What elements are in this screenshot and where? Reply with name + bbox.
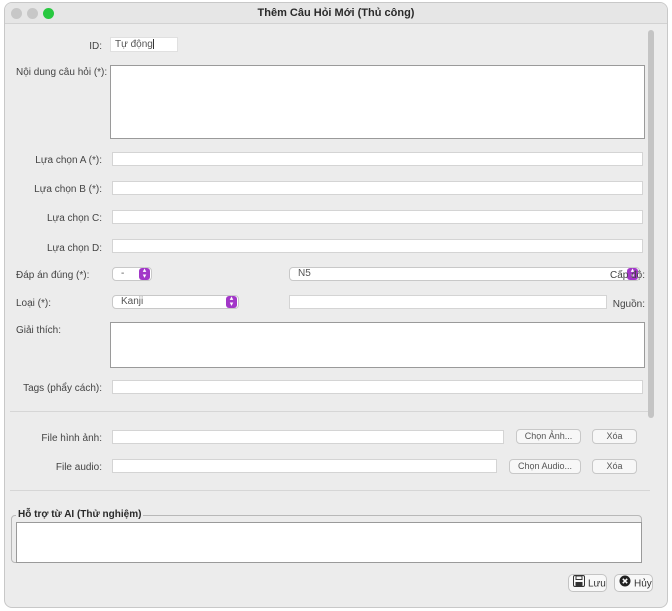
type-label: Loại (*): (16, 298, 52, 309)
id-value: Tự động (115, 39, 153, 50)
cancel-icon (619, 575, 631, 593)
cancel-button[interactable]: Hủy (614, 574, 653, 592)
tags-input[interactable] (112, 380, 643, 394)
choice-d-input[interactable] (112, 239, 643, 253)
answer-select[interactable]: - ▴ ▾ (112, 267, 152, 281)
level-value: N5 (298, 268, 311, 279)
window-title: Thêm Câu Hỏi Mới (Thủ công) (257, 7, 415, 19)
explanation-textarea[interactable] (110, 322, 645, 368)
delete-audio-button[interactable]: Xóa (592, 459, 637, 474)
explanation-label: Giải thích: (16, 325, 62, 336)
text-cursor (152, 39, 154, 50)
id-field[interactable]: Tự động (110, 37, 178, 52)
choice-a-label: Lựa chọn A (*): (35, 155, 102, 166)
chevron-updown-icon: ▴ ▾ (226, 295, 237, 308)
cancel-label: Hủy (634, 578, 652, 590)
choice-b-label: Lựa chọn B (*): (34, 184, 102, 195)
type-select[interactable]: Kanji ▴ ▾ (112, 295, 239, 309)
audio-label: File audio: (55, 462, 102, 473)
separator (10, 411, 650, 412)
ai-output-textarea[interactable] (16, 522, 642, 563)
content-label: Nội dung câu hỏi (*): (16, 67, 108, 78)
id-label: ID: (89, 41, 102, 52)
save-button[interactable]: Lưu (568, 574, 607, 592)
save-label: Lưu (588, 578, 606, 590)
title-bar: Thêm Câu Hỏi Mới (Thủ công) (5, 3, 667, 24)
image-path-input[interactable] (112, 430, 504, 444)
source-label: Nguồn: (612, 299, 645, 310)
audio-path-input[interactable] (112, 459, 497, 473)
level-label: Cấp độ: (609, 270, 645, 281)
choice-b-input[interactable] (112, 181, 643, 195)
ai-support-group (11, 515, 642, 563)
content-textarea[interactable] (110, 65, 645, 139)
choice-c-label: Lựa chọn C: (46, 213, 102, 224)
separator (10, 490, 650, 491)
choice-c-input[interactable] (112, 210, 643, 224)
image-label: File hình ảnh: (41, 433, 102, 444)
answer-label: Đáp án đúng (*): (16, 270, 90, 281)
choice-a-input[interactable] (112, 152, 643, 166)
level-select[interactable]: N5 ▴ ▾ (289, 267, 640, 281)
delete-image-button[interactable]: Xóa (592, 429, 637, 444)
ai-section-title: Hỗ trợ từ AI (Thử nghiệm) (16, 509, 144, 520)
vertical-scrollbar[interactable] (648, 30, 654, 418)
choose-audio-button[interactable]: Chọn Audio... (509, 459, 581, 474)
chevron-updown-icon: ▴ ▾ (139, 267, 150, 280)
answer-value: - (121, 268, 125, 279)
choose-image-button[interactable]: Chọn Ảnh... (516, 429, 581, 444)
tags-label: Tags (phẩy cách): (23, 383, 102, 394)
save-icon (573, 575, 585, 593)
type-value: Kanji (121, 296, 144, 307)
choice-d-label: Lựa chọn D: (46, 243, 102, 254)
source-input[interactable] (289, 295, 607, 309)
